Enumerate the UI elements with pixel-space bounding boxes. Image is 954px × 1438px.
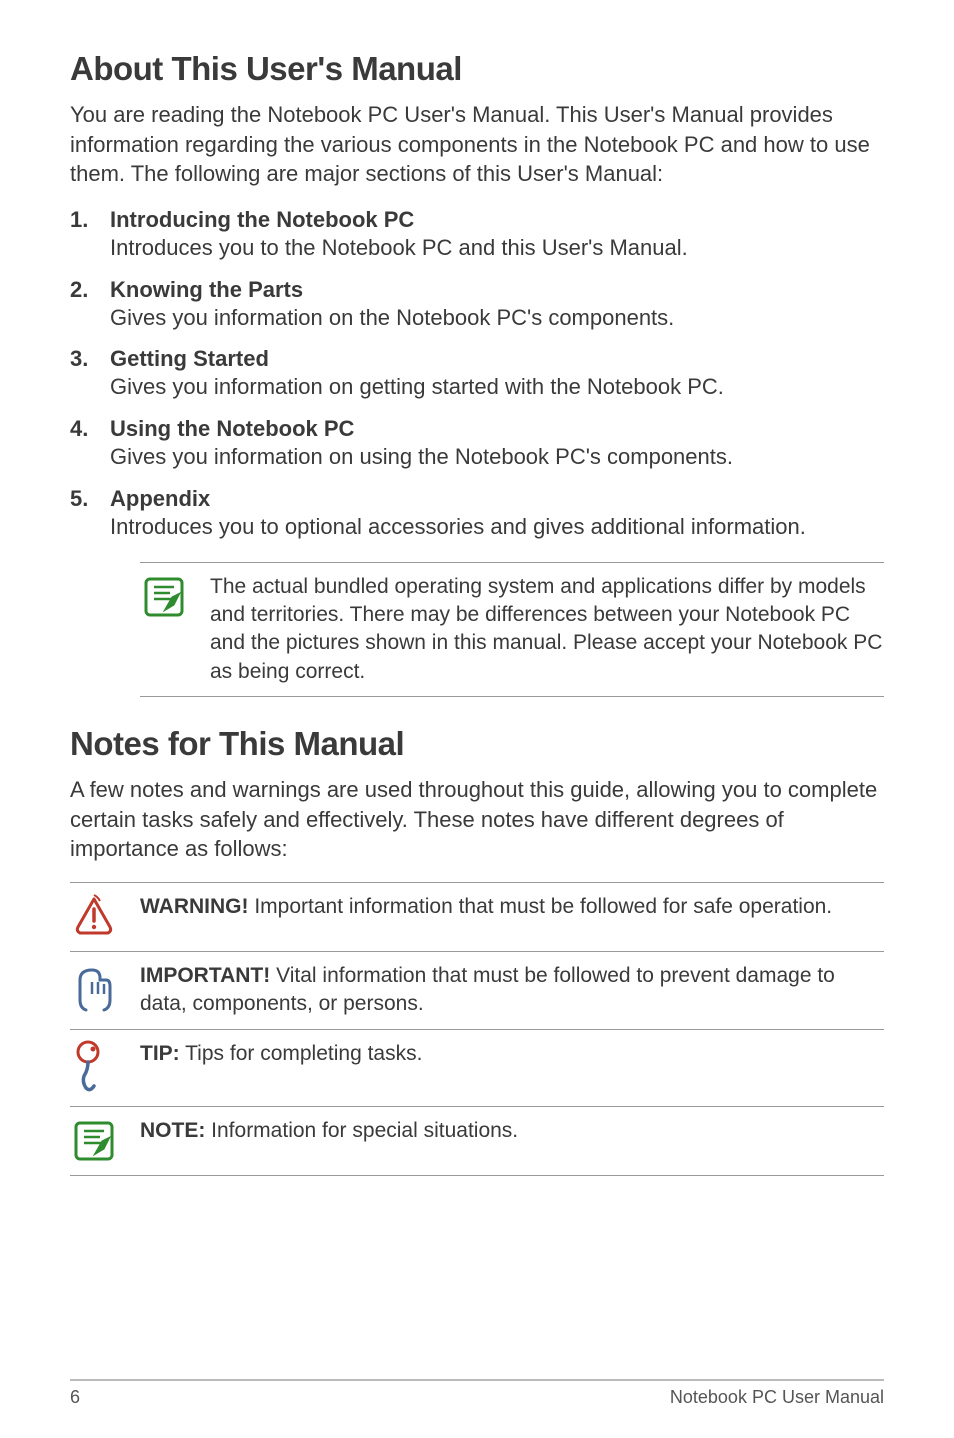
list-title: Getting Started xyxy=(110,346,884,372)
warning-icon xyxy=(70,893,140,941)
list-title: Appendix xyxy=(110,486,884,512)
note-icon xyxy=(140,573,210,621)
section2-heading: Notes for This Manual xyxy=(70,725,884,763)
important-label: IMPORTANT! xyxy=(140,964,270,987)
note-info-body: Information for special situations. xyxy=(205,1119,518,1142)
warning-box: WARNING! Important information that must… xyxy=(70,882,884,951)
page-footer: 6 Notebook PC User Manual xyxy=(70,1379,884,1408)
section2-intro: A few notes and warnings are used throug… xyxy=(70,775,884,864)
note-text: The actual bundled operating system and … xyxy=(210,573,884,686)
note-box: The actual bundled operating system and … xyxy=(140,562,884,697)
list-number: 4. xyxy=(70,416,110,472)
important-box: IMPORTANT! Vital information that must b… xyxy=(70,951,884,1029)
tip-body: Tips for completing tasks. xyxy=(180,1042,423,1065)
list-desc: Gives you information on the Notebook PC… xyxy=(110,303,884,333)
tip-text: TIP: Tips for completing tasks. xyxy=(140,1040,884,1068)
list-item: 5. Appendix Introduces you to optional a… xyxy=(70,486,884,542)
list-title: Knowing the Parts xyxy=(110,277,884,303)
note-info-text: NOTE: Information for special situations… xyxy=(140,1117,884,1145)
sections-list: 1. Introducing the Notebook PC Introduce… xyxy=(70,207,884,541)
important-text: IMPORTANT! Vital information that must b… xyxy=(140,962,884,1019)
warning-body: Important information that must be follo… xyxy=(249,895,833,918)
note-info-label: NOTE: xyxy=(140,1119,205,1142)
section1-intro: You are reading the Notebook PC User's M… xyxy=(70,100,884,189)
list-item: 4. Using the Notebook PC Gives you infor… xyxy=(70,416,884,472)
page-number: 6 xyxy=(70,1387,80,1408)
list-desc: Gives you information on getting started… xyxy=(110,372,884,402)
note-info-box: NOTE: Information for special situations… xyxy=(70,1106,884,1176)
list-title: Introducing the Notebook PC xyxy=(110,207,884,233)
tip-box: TIP: Tips for completing tasks. xyxy=(70,1029,884,1106)
footer-title: Notebook PC User Manual xyxy=(670,1387,884,1408)
important-icon xyxy=(70,962,140,1014)
section1-heading: About This User's Manual xyxy=(70,50,884,88)
list-number: 5. xyxy=(70,486,110,542)
note-info-icon xyxy=(70,1117,140,1165)
list-item: 1. Introducing the Notebook PC Introduce… xyxy=(70,207,884,263)
tip-icon xyxy=(70,1040,140,1096)
list-title: Using the Notebook PC xyxy=(110,416,884,442)
list-item: 3. Getting Started Gives you information… xyxy=(70,346,884,402)
list-item: 2. Knowing the Parts Gives you informati… xyxy=(70,277,884,333)
list-desc: Gives you information on using the Noteb… xyxy=(110,442,884,472)
list-desc: Introduces you to the Notebook PC and th… xyxy=(110,233,884,263)
list-number: 3. xyxy=(70,346,110,402)
warning-label: WARNING! xyxy=(140,895,249,918)
list-number: 1. xyxy=(70,207,110,263)
warning-text: WARNING! Important information that must… xyxy=(140,893,884,921)
tip-label: TIP: xyxy=(140,1042,180,1065)
list-number: 2. xyxy=(70,277,110,333)
list-desc: Introduces you to optional accessories a… xyxy=(110,512,884,542)
